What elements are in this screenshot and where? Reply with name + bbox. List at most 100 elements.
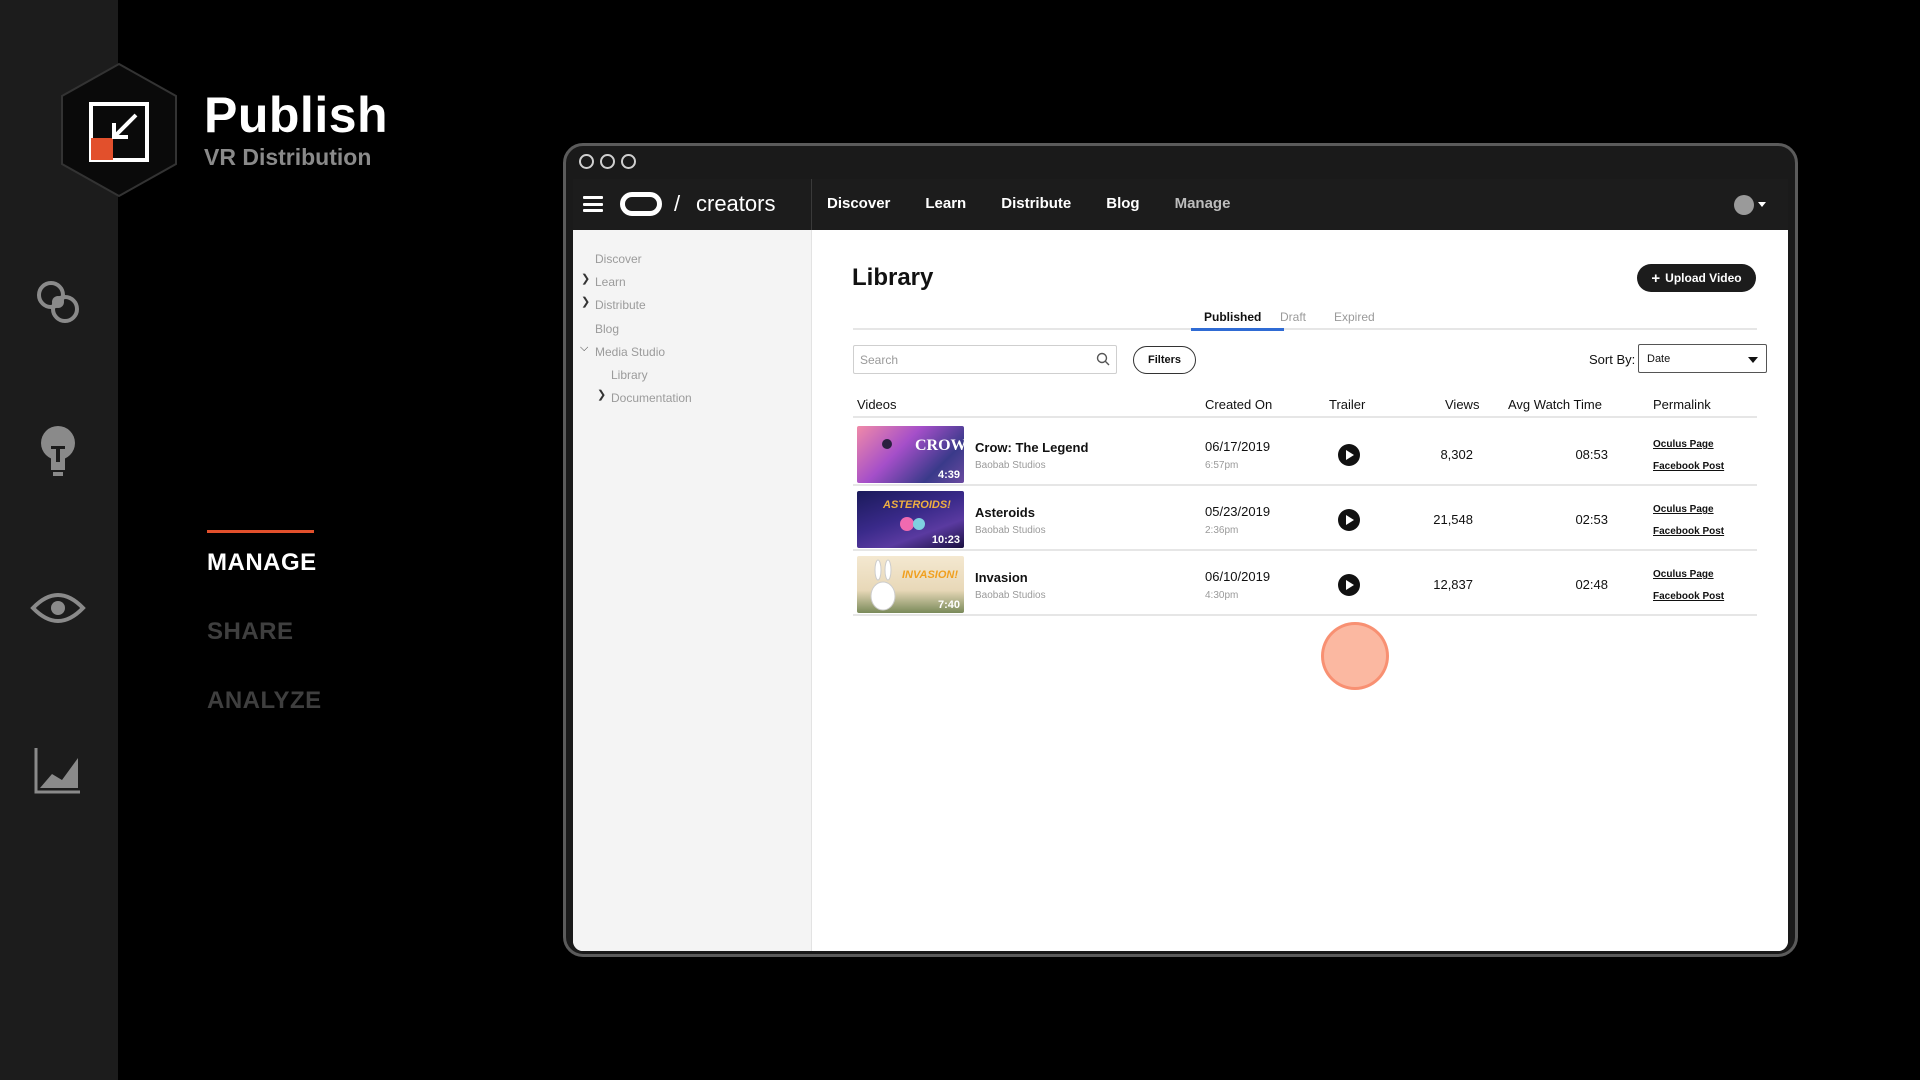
nav-link-learn[interactable]: Learn bbox=[925, 195, 966, 212]
nav-link-manage[interactable]: Manage bbox=[1175, 195, 1231, 212]
window-maximize-dot[interactable] bbox=[621, 154, 636, 169]
play-trailer-icon[interactable] bbox=[1338, 509, 1360, 531]
sidebar-item-blog[interactable]: Blog bbox=[595, 322, 619, 336]
sidebar-item-learn[interactable]: Learn bbox=[595, 275, 626, 289]
created-date: 05/23/2019 bbox=[1205, 504, 1271, 519]
chevron-right-icon[interactable]: ❯ bbox=[597, 388, 606, 401]
svg-text:ASTEROIDS!: ASTEROIDS! bbox=[882, 499, 951, 511]
col-permalink[interactable]: Permalink bbox=[1653, 397, 1711, 412]
oculus-page-link[interactable]: Oculus Page bbox=[1653, 504, 1714, 515]
video-title[interactable]: Invasion bbox=[975, 570, 1028, 585]
avg-watch-time: 08:53 bbox=[1575, 447, 1608, 462]
table-row[interactable]: CROW 4:39 Crow: The Legend Baobab Studio… bbox=[853, 421, 1757, 486]
play-trailer-icon[interactable] bbox=[1338, 574, 1360, 596]
active-tab-underline bbox=[1191, 328, 1284, 331]
window-controls bbox=[579, 154, 636, 169]
publish-hex-logo bbox=[60, 62, 178, 198]
views-count: 21,548 bbox=[1433, 512, 1473, 527]
plus-icon: + bbox=[1651, 269, 1661, 287]
created-date: 06/17/2019 bbox=[1205, 439, 1271, 454]
nav-link-discover[interactable]: Discover bbox=[827, 195, 890, 212]
chart-area-icon[interactable] bbox=[30, 742, 86, 798]
oculus-logo-icon[interactable] bbox=[620, 192, 662, 216]
created-date: 06/10/2019 bbox=[1205, 569, 1271, 584]
oculus-page-link[interactable]: Oculus Page bbox=[1653, 439, 1714, 450]
col-videos[interactable]: Videos bbox=[857, 397, 897, 412]
top-navbar: / creators Discover Learn Distribute Blo… bbox=[573, 179, 1788, 230]
chevron-down-icon[interactable]: ⌵ bbox=[580, 342, 588, 355]
col-views[interactable]: Views bbox=[1445, 397, 1479, 412]
col-created-on[interactable]: Created On bbox=[1205, 397, 1272, 412]
search-icon[interactable] bbox=[1096, 352, 1110, 366]
chevron-down-icon[interactable] bbox=[1758, 202, 1766, 207]
active-indicator bbox=[207, 530, 314, 533]
search-input[interactable]: Search bbox=[853, 345, 1117, 374]
video-duration: 10:23 bbox=[931, 534, 960, 546]
upload-video-button[interactable]: + Upload Video bbox=[1637, 264, 1756, 292]
docs-sidebar: Discover ❯ Learn ❯ Distribute Blog ⌵ Med… bbox=[573, 230, 812, 951]
avatar[interactable] bbox=[1734, 195, 1754, 215]
sidebar-item-documentation[interactable]: Documentation bbox=[611, 391, 692, 405]
site-name[interactable]: creators bbox=[696, 191, 775, 217]
click-indicator bbox=[1321, 622, 1389, 690]
created-time: 6:57pm bbox=[1205, 460, 1239, 471]
sidebar-item-media-studio[interactable]: Media Studio bbox=[595, 345, 665, 359]
avg-watch-time: 02:53 bbox=[1575, 512, 1608, 527]
video-thumbnail[interactable]: ASTEROIDS! 10:23 bbox=[857, 491, 964, 548]
chevron-right-icon[interactable]: ❯ bbox=[581, 272, 590, 285]
video-studio: Baobab Studios bbox=[975, 590, 1046, 601]
filters-button[interactable]: Filters bbox=[1133, 346, 1196, 374]
eye-icon[interactable] bbox=[30, 580, 86, 636]
tab-expired[interactable]: Expired bbox=[1334, 310, 1375, 324]
created-time: 2:36pm bbox=[1205, 525, 1239, 536]
page-title: Library bbox=[852, 264, 934, 291]
created-time: 4:30pm bbox=[1205, 590, 1239, 601]
tab-published[interactable]: Published bbox=[1204, 310, 1261, 324]
tab-draft[interactable]: Draft bbox=[1280, 310, 1306, 324]
video-thumbnail[interactable]: INVASION! 7:40 bbox=[857, 556, 964, 613]
nav-link-distribute[interactable]: Distribute bbox=[1001, 195, 1071, 212]
brand-subtitle: VR Distribution bbox=[204, 144, 372, 170]
facebook-post-link[interactable]: Facebook Post bbox=[1653, 461, 1724, 472]
dropdown-caret-icon bbox=[1748, 357, 1758, 363]
video-title[interactable]: Asteroids bbox=[975, 505, 1035, 520]
oculus-page-link[interactable]: Oculus Page bbox=[1653, 569, 1714, 580]
hamburger-menu-icon[interactable] bbox=[583, 194, 603, 214]
lightbulb-icon[interactable] bbox=[30, 424, 86, 480]
sort-value: Date bbox=[1647, 353, 1671, 365]
sidebar-item-distribute[interactable]: Distribute bbox=[595, 298, 646, 312]
menu-item-manage[interactable]: MANAGE bbox=[207, 549, 322, 577]
views-count: 8,302 bbox=[1440, 447, 1473, 462]
col-trailer[interactable]: Trailer bbox=[1329, 397, 1365, 412]
video-thumbnail[interactable]: CROW 4:39 bbox=[857, 426, 964, 483]
breadcrumb-slash: / bbox=[674, 191, 681, 216]
svg-text:CROW: CROW bbox=[915, 437, 964, 454]
menu-item-share[interactable]: SHARE bbox=[207, 618, 322, 646]
brand-title: Publish bbox=[204, 87, 389, 143]
sidebar-item-discover[interactable]: Discover bbox=[595, 252, 642, 266]
search-placeholder: Search bbox=[860, 353, 899, 367]
svg-text:INVASION!: INVASION! bbox=[902, 569, 958, 581]
video-studio: Baobab Studios bbox=[975, 460, 1046, 471]
video-title[interactable]: Crow: The Legend bbox=[975, 440, 1088, 455]
facebook-post-link[interactable]: Facebook Post bbox=[1653, 526, 1724, 537]
table-row[interactable]: INVASION! 7:40 Invasion Baobab Studios 0… bbox=[853, 551, 1757, 616]
facebook-post-link[interactable]: Facebook Post bbox=[1653, 591, 1724, 602]
video-duration: 4:39 bbox=[937, 469, 960, 481]
chevron-right-icon[interactable]: ❯ bbox=[581, 295, 590, 308]
sort-select[interactable]: Date bbox=[1638, 344, 1767, 373]
col-avg-watch-time[interactable]: Avg Watch Time bbox=[1508, 397, 1602, 412]
views-count: 12,837 bbox=[1433, 577, 1473, 592]
upload-video-label: Upload Video bbox=[1665, 271, 1742, 285]
window-minimize-dot[interactable] bbox=[600, 154, 615, 169]
nav-link-blog[interactable]: Blog bbox=[1106, 195, 1139, 212]
video-duration: 7:40 bbox=[937, 599, 960, 611]
play-trailer-icon[interactable] bbox=[1338, 444, 1360, 466]
sidebar-item-library[interactable]: Library bbox=[611, 368, 648, 382]
menu-item-analyze[interactable]: ANALYZE bbox=[207, 687, 322, 715]
section-menu: MANAGE SHARE ANALYZE bbox=[207, 530, 322, 756]
table-row[interactable]: ASTEROIDS! 10:23 Asteroids Baobab Studio… bbox=[853, 486, 1757, 551]
window-close-dot[interactable] bbox=[579, 154, 594, 169]
share-rings-icon[interactable] bbox=[30, 274, 86, 330]
avg-watch-time: 02:48 bbox=[1575, 577, 1608, 592]
